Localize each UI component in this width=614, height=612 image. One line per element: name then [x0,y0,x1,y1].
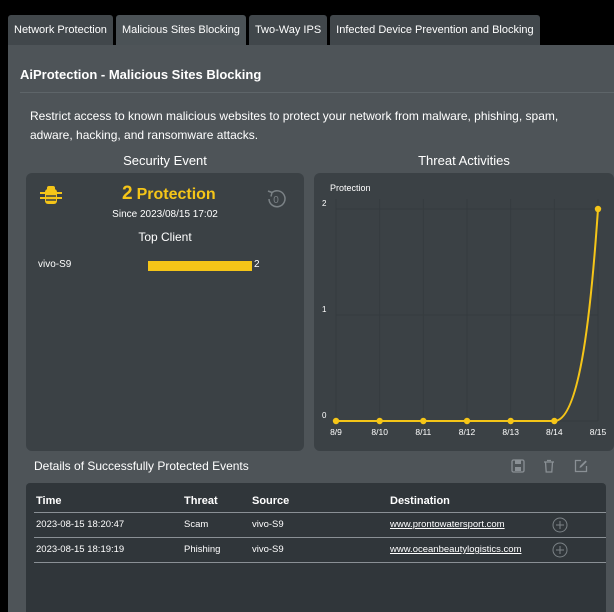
tab-two-way-ips[interactable]: Two-Way IPS [248,15,328,45]
reset-counter-value: 0 [273,195,279,206]
page-description: Restrict access to known malicious websi… [30,109,559,142]
trash-icon[interactable] [542,459,556,473]
x-tick-label: 8/15 [590,427,607,437]
security-event-heading: Security Event [123,153,207,168]
x-tick-label: 8/12 [459,427,476,437]
title-divider [20,92,614,93]
data-point [463,417,471,425]
x-tick-label: 8/13 [502,427,519,437]
threat-activities-chart: Protection 0 1 2 8/9 8/10 8/11 8/12 8/13 8/14 8/15 [322,183,607,437]
y-tick-label: 1 [322,305,327,314]
row-divider [34,562,606,563]
cell-time: 2023-08-15 18:19:19 [36,544,125,555]
row-divider [34,537,606,538]
reset-counter-icon[interactable]: 0 [264,187,288,211]
data-point [420,417,427,425]
events-table: Time Threat Source Destination 2023-08-1… [26,483,606,612]
cell-destination-link[interactable]: www.oceanbeautylogistics.com [390,540,521,560]
protection-count-number: 2 [122,183,133,204]
y-tick-label: 0 [322,411,327,420]
column-header-destination: Destination [390,495,450,507]
save-icon[interactable] [511,459,525,473]
x-tick-label: 8/9 [330,427,342,437]
cell-source: vivo-S9 [252,519,284,530]
column-header-time: Time [36,495,62,507]
x-tick-label: 8/11 [415,427,431,437]
protection-count: 2 Protection [122,183,216,205]
cell-source: vivo-S9 [252,544,284,555]
data-point [507,417,514,425]
edit-icon[interactable] [574,459,588,473]
bug-icon [40,186,62,204]
details-heading: Details of Successfully Protected Events [34,459,249,473]
since-timestamp: Since 2023/08/15 17:02 [112,209,218,220]
protection-count-label: Protection [136,186,216,203]
top-client-bar [148,261,252,271]
data-point [594,205,602,213]
threat-activities-card: Protection 0 1 2 8/9 8/10 8/11 8/12 8/13 8/14 8/15 [314,173,614,451]
chart-title: Protection [330,183,371,193]
cell-time: 2023-08-15 18:20:47 [36,519,125,530]
data-point [551,417,558,425]
x-tick-label: 8/10 [371,427,388,437]
top-client-name: vivo-S9 [38,259,72,270]
y-tick-label: 2 [322,199,327,208]
table-row: 2023-08-15 18:20:47 Scam vivo-S9 www.pro… [26,515,606,537]
tab-infected-device-prevention[interactable]: Infected Device Prevention and Blocking [330,15,540,45]
table-row: 2023-08-15 18:19:19 Phishing vivo-S9 www… [26,540,606,562]
x-tick-label: 8/14 [546,427,563,437]
cell-destination-link[interactable]: www.prontowatersport.com [390,515,505,535]
header-divider [34,512,606,513]
security-event-card: 2 Protection Since 2023/08/15 17:02 0 Top… [26,173,304,451]
top-client-value: 2 [254,259,260,270]
data-point [332,417,340,425]
column-header-source: Source [252,495,290,507]
data-point [376,417,383,425]
top-client-heading: Top Client [138,230,192,244]
tab-network-protection[interactable]: Network Protection [8,15,113,45]
add-to-list-icon[interactable] [552,517,568,533]
content-panel: AiProtection - Malicious Sites Blocking … [8,45,614,612]
column-header-threat: Threat [184,495,218,507]
tab-bar: Network Protection Malicious Sites Block… [8,15,543,45]
tab-malicious-sites-blocking[interactable]: Malicious Sites Blocking [115,15,246,45]
add-to-list-icon[interactable] [552,542,568,558]
table-header-row: Time Threat Source Destination [26,491,606,511]
threat-activities-heading: Threat Activities [418,153,510,168]
page-title: AiProtection - Malicious Sites Blocking [20,67,262,82]
cell-threat: Scam [184,519,209,530]
cell-threat: Phishing [184,544,221,555]
